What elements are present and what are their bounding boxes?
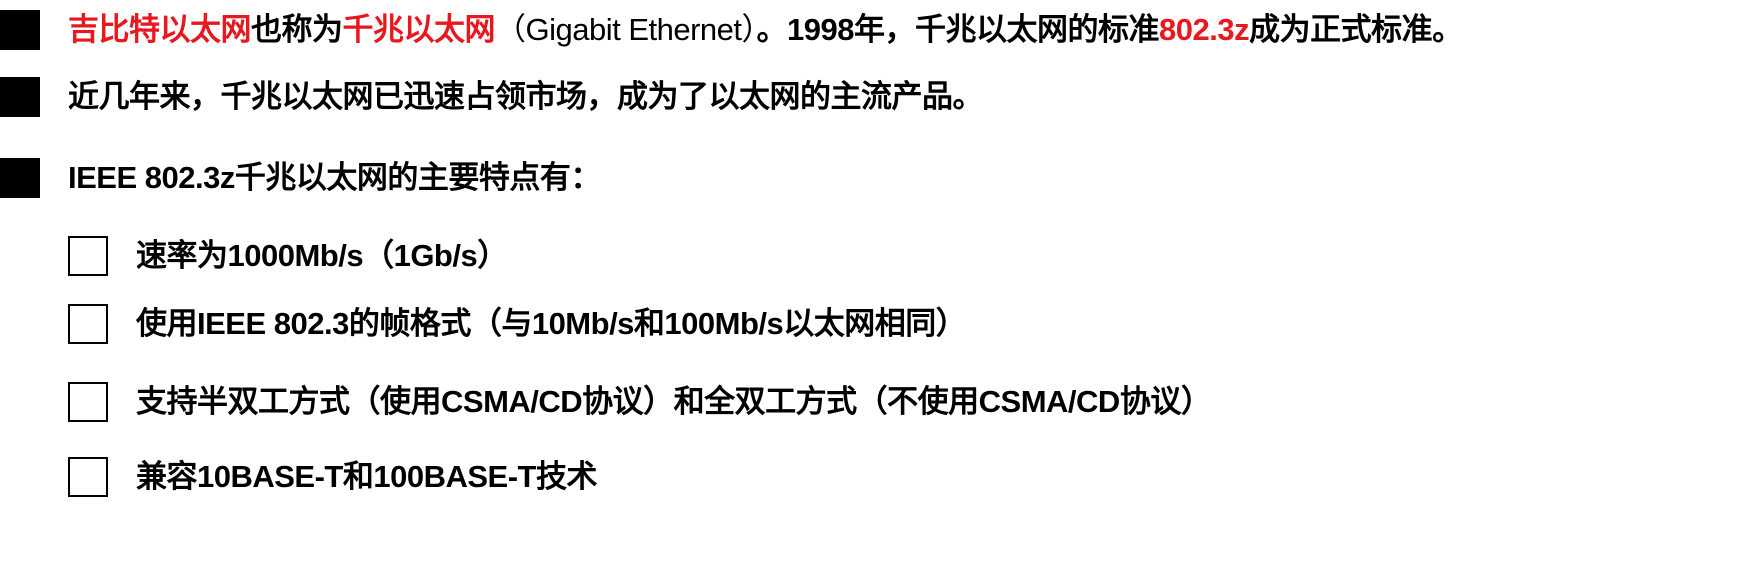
feature-text-compatibility: 兼容10BASE-T和100BASE-T技术 — [136, 459, 597, 494]
hollow-square-bullet-icon — [68, 457, 108, 497]
term-gigabit-ethernet-en: （Gigabit Ethernet） — [495, 12, 757, 47]
feature-text-rate: 速率为1000Mb/s（1Gb/s） — [136, 238, 508, 273]
square-bullet-icon — [0, 10, 40, 50]
bullet-text-market: 近几年来，千兆以太网已迅速占领市场，成为了以太网的主流产品。 — [68, 79, 984, 114]
feature-text-frame-format: 使用IEEE 802.3的帧格式（与10Mb/s和100Mb/s以太网相同） — [136, 306, 967, 341]
hollow-square-bullet-icon — [68, 382, 108, 422]
feature-text-duplex: 支持半双工方式（使用CSMA/CD协议）和全双工方式（不使用CSMA/CD协议） — [136, 384, 1212, 419]
slide: 吉比特以太网也称为千兆以太网（Gigabit Ethernet）。1998年，千… — [0, 0, 1753, 569]
bullet-item-gigabit-intro: 吉比特以太网也称为千兆以太网（Gigabit Ethernet）。1998年，千… — [0, 8, 1463, 52]
term-gigabit-ethernet-alt: 千兆以太网 — [342, 12, 496, 47]
square-bullet-icon — [0, 77, 40, 117]
bullet-text-features-heading: IEEE 802.3z千兆以太网的主要特点有： — [68, 160, 601, 195]
text-1998-standard: 。1998年，千兆以太网的标准 — [756, 12, 1160, 47]
bullet-item-market: 近几年来，千兆以太网已迅速占领市场，成为了以太网的主流产品。 — [0, 75, 984, 119]
feature-item-frame-format: 使用IEEE 802.3的帧格式（与10Mb/s和100Mb/s以太网相同） — [68, 302, 967, 346]
feature-item-rate: 速率为1000Mb/s（1Gb/s） — [68, 234, 508, 278]
bullet-item-features-heading: IEEE 802.3z千兆以太网的主要特点有： — [0, 156, 601, 200]
text-became-standard: 成为正式标准。 — [1249, 12, 1463, 47]
square-bullet-icon — [0, 158, 40, 198]
hollow-square-bullet-icon — [68, 304, 108, 344]
feature-item-duplex: 支持半双工方式（使用CSMA/CD协议）和全双工方式（不使用CSMA/CD协议） — [68, 380, 1212, 424]
term-802-3z: 802.3z — [1159, 12, 1250, 47]
text-also-called: 也称为 — [251, 12, 343, 47]
feature-item-compatibility: 兼容10BASE-T和100BASE-T技术 — [68, 455, 597, 499]
term-gigabit-ethernet-cn: 吉比特以太网 — [68, 12, 252, 47]
bullet-text-gigabit-intro: 吉比特以太网也称为千兆以太网（Gigabit Ethernet）。1998年，千… — [68, 8, 1463, 52]
hollow-square-bullet-icon — [68, 236, 108, 276]
